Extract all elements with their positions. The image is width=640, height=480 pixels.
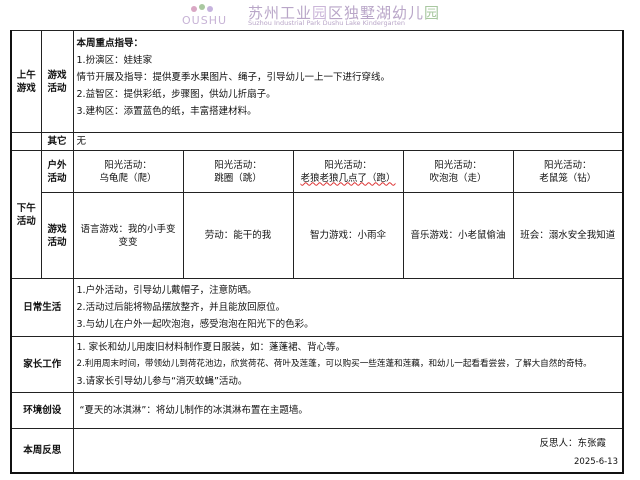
- morning-content: 本周重点指导： 1.扮演区：娃娃家 情节开展及指导：提供夏季水果图片、绳子，引导…: [72, 30, 624, 133]
- reflection-content: 反思人：东张霞 2025-6-13: [72, 428, 624, 474]
- daily-label: 日常生活: [10, 278, 74, 337]
- kindergarten-logo: OUSHU: [182, 4, 227, 26]
- game-activity: 语言游戏：我的小手变变变: [72, 192, 184, 279]
- other-value: 无: [72, 132, 624, 151]
- morning-row: 上午游戏 游戏活动 本周重点指导： 1.扮演区：娃娃家 情节开展及指导：提供夏季…: [10, 30, 624, 133]
- morning-sub-label: 游戏活动: [40, 30, 74, 133]
- outdoor-name: 吹泡泡（走）: [429, 172, 487, 184]
- environment-label: 环境创设: [10, 392, 74, 429]
- morning-line: 3.建构区：添置蓝色的纸，丰富搭建材料。: [76, 106, 257, 117]
- environment-row: 环境创设 “夏天的冰淇淋”：将幼儿制作的冰淇淋布置在主题墙。: [10, 392, 624, 429]
- outdoor-type: 阳光活动：: [324, 159, 372, 171]
- morning-line: 1.扮演区：娃娃家: [76, 55, 153, 66]
- parents-label: 家长工作: [10, 336, 74, 393]
- outdoor-name: 跳圈（跳）: [214, 172, 262, 184]
- daily-line: 2.活动过后能将物品摆放整齐，并且能放回原位。: [76, 302, 286, 313]
- game-label: 游戏活动: [40, 192, 74, 279]
- parents-content: 1. 家长和幼儿用废旧材料制作夏日服装，如：蓬蓬裙、背心等。 2.利用周末时间，…: [72, 336, 624, 393]
- title-part4: 园: [424, 4, 441, 22]
- afternoon-game-row: 游戏活动 语言游戏：我的小手变变变 劳动：能干的我 智力游戏：小雨伞 音乐游戏：…: [11, 192, 624, 279]
- other-row: 其它 无: [10, 132, 624, 151]
- afternoon-label: 下午活动: [10, 150, 42, 279]
- outdoor-name: 老鼠笼（钻）: [539, 172, 597, 184]
- reflection-date: 2025-6-13: [574, 456, 618, 467]
- outdoor-activity: 阳光活动： 吹泡泡（走）: [402, 150, 514, 193]
- game-activity: 班会：溺水安全我知道: [512, 192, 624, 279]
- outdoor-activity: 阳光活动： 跳圈（跳）: [182, 150, 294, 193]
- kindergarten-header: OUSHU 苏州工业园区独墅湖幼儿园 Suzhou Industrial Par…: [180, 2, 480, 28]
- daily-line: 1.户外活动，引导幼儿戴帽子，注意防晒。: [76, 285, 257, 296]
- outdoor-type: 阳光活动：: [434, 159, 482, 171]
- other-label: 其它: [40, 132, 74, 151]
- focus-title: 本周重点指导：: [76, 38, 144, 49]
- svg-text:OUSHU: OUSHU: [182, 14, 227, 26]
- weekly-plan-table: 上午游戏 游戏活动 本周重点指导： 1.扮演区：娃娃家 情节开展及指导：提供夏季…: [10, 30, 624, 474]
- daily-row: 日常生活 1.户外活动，引导幼儿戴帽子，注意防晒。 2.活动过后能将物品摆放整齐…: [10, 278, 624, 337]
- outdoor-type: 阳光活动：: [543, 159, 592, 171]
- outdoor-type: 阳光活动：: [104, 159, 152, 171]
- outdoor-type: 阳光活动：: [214, 159, 262, 171]
- reflection-signer: 反思人：东张霞: [539, 437, 606, 449]
- parents-line: 2.利用周末时间，带领幼儿到荷花池边，欣赏荷花、荷叶及莲蓬，可以购买一些莲蓬和莲…: [76, 359, 592, 369]
- morning-line: 2.益智区：提供彩纸，步骤图，供幼儿折扇子。: [76, 89, 276, 100]
- daily-line: 3.与幼儿在户外一起吹泡泡，感受泡泡在阳光下的色彩。: [76, 319, 314, 330]
- morning-line: 情节开展及指导：提供夏季水果图片、绳子，引导幼儿一上一下进行穿线。: [76, 72, 391, 83]
- outdoor-name: 乌龟爬（爬）: [99, 172, 157, 184]
- game-activity: 音乐游戏：小老鼠偷油: [402, 192, 514, 279]
- other-spacer: [10, 132, 42, 151]
- morning-label: 上午游戏: [10, 30, 42, 133]
- game-activity: 劳动：能干的我: [182, 192, 294, 279]
- document-page: OUSHU 苏州工业园区独墅湖幼儿园 Suzhou Industrial Par…: [0, 0, 640, 480]
- afternoon-outdoor-row: 下午活动 户外活动 阳光活动： 乌龟爬（爬） 阳光活动： 跳圈（跳） 阳光活动： 老狼…: [10, 150, 624, 279]
- game-activity: 智力游戏：小雨伞: [292, 192, 404, 279]
- outdoor-activity: 阳光活动： 老狼老狼几点了（跑）: [292, 150, 404, 193]
- outdoor-activity: 阳光活动： 老鼠笼（钻）: [512, 150, 624, 193]
- reflection-row: 本周反思 反思人：东张霞 2025-6-13: [10, 428, 624, 474]
- outdoor-activity: 阳光活动： 乌龟爬（爬）: [72, 150, 184, 193]
- environment-value: “夏天的冰淇淋”：将幼儿制作的冰淇淋布置在主题墙。: [72, 392, 624, 429]
- reflection-label: 本周反思: [10, 428, 74, 474]
- outdoor-label: 户外活动: [40, 150, 74, 193]
- daily-content: 1.户外活动，引导幼儿戴帽子，注意防晒。 2.活动过后能将物品摆放整齐，并且能放…: [72, 278, 624, 337]
- outdoor-name: 老狼老狼几点了（跑）: [300, 172, 396, 184]
- parents-row: 家长工作 1. 家长和幼儿用废旧材料制作夏日服装，如：蓬蓬裙、背心等。 2.利用…: [10, 336, 624, 393]
- kindergarten-english-name: Suzhou Industrial Park Dushu Lake Kinder…: [248, 19, 405, 27]
- parents-line: 3.请家长引导幼儿参与“消灭蚊蝇”活动。: [76, 376, 248, 387]
- parents-line: 1. 家长和幼儿用废旧材料制作夏日服装，如：蓬蓬裙、背心等。: [76, 342, 346, 353]
